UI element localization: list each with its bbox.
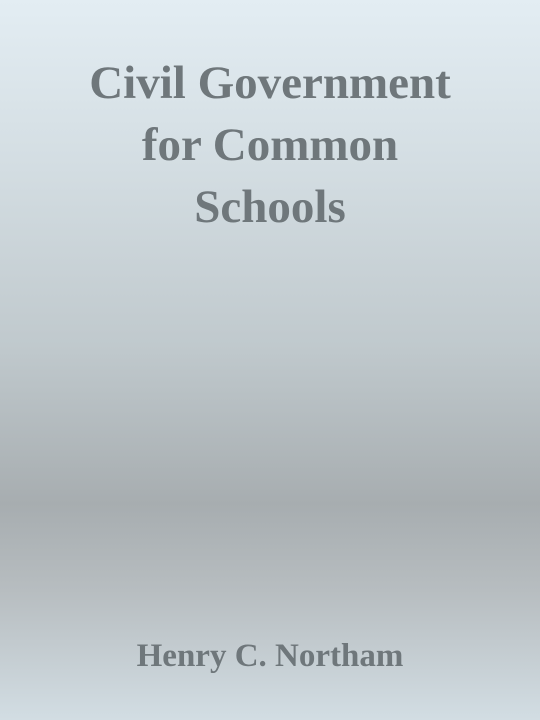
book-title-line-1: Civil Government [89, 57, 451, 109]
book-author: Henry C. Northam [136, 638, 404, 674]
book-title-line-2: for Common [141, 119, 399, 171]
book-cover: Civil Government for Common Schools Henr… [0, 0, 540, 720]
book-title-line-3: Schools [194, 181, 346, 233]
book-title: Civil Government for Common Schools [30, 52, 510, 238]
